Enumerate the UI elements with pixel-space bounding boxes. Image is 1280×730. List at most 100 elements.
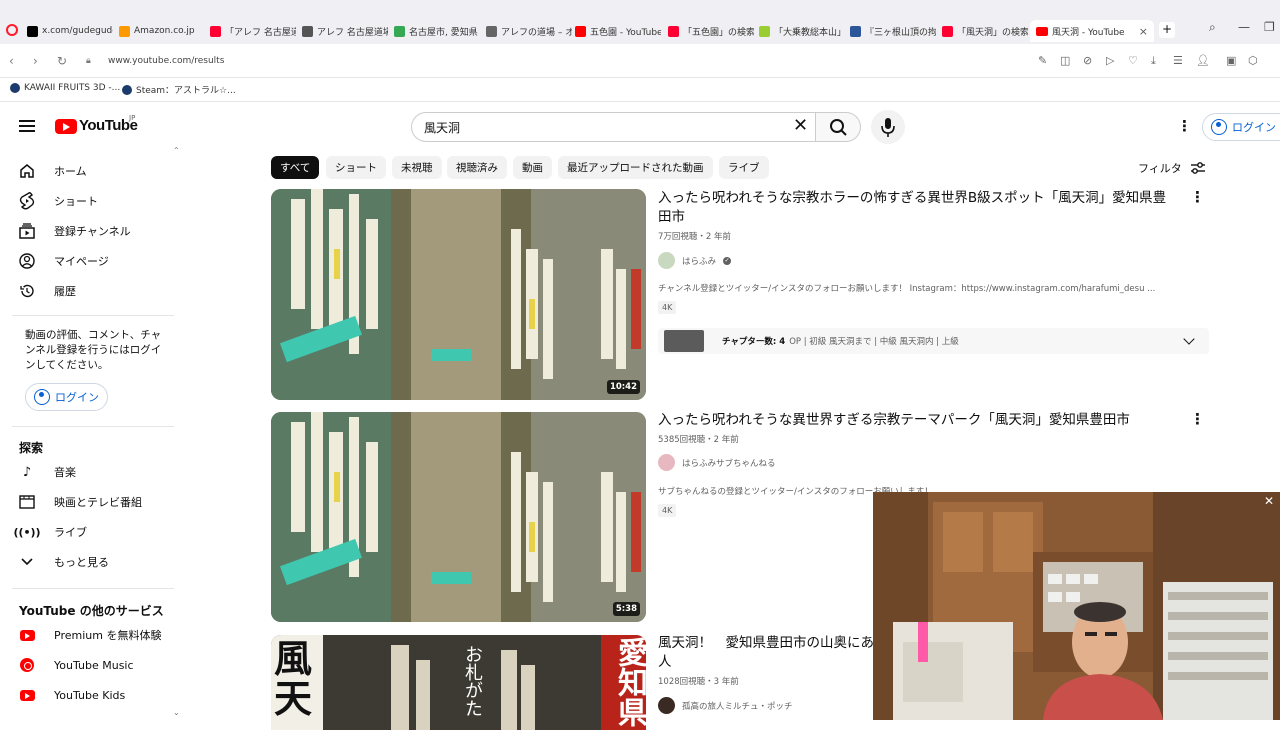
- film-icon: [18, 493, 36, 511]
- profile-icon[interactable]: 👤︎: [1196, 54, 1210, 67]
- reload-icon[interactable]: ↻: [57, 54, 67, 68]
- sidebar-item-you[interactable]: マイページ: [18, 252, 109, 270]
- video-thumbnail[interactable]: 風天 お札がた 愛知県: [271, 635, 646, 730]
- channel-avatar[interactable]: [658, 454, 675, 471]
- sidebar-item-history[interactable]: 履歴: [18, 282, 76, 300]
- sidebar-item-label: YouTube Kids: [54, 688, 126, 702]
- sidebar-item-shorts[interactable]: ショート: [18, 192, 98, 210]
- easy-setup-icon[interactable]: ☰: [1173, 54, 1183, 67]
- sidebar-item-live[interactable]: ((•)) ライブ: [13, 523, 87, 541]
- sidebar-item-label: 映画とテレビ番組: [54, 496, 142, 509]
- chip-live[interactable]: ライブ: [719, 156, 769, 179]
- chip-unwatched[interactable]: 未視聴: [392, 156, 442, 179]
- steam-icon: [10, 83, 20, 93]
- forward-icon[interactable]: ›: [33, 54, 38, 68]
- chip-watched[interactable]: 視聴済み: [447, 156, 507, 179]
- youtube-kids-icon: [18, 686, 36, 704]
- camera-icon[interactable]: ◫: [1060, 54, 1070, 67]
- channel-link[interactable]: はらふみサブちゃんねる: [658, 454, 776, 471]
- player-icon[interactable]: ▷: [1106, 54, 1114, 67]
- sidebar-item-kids[interactable]: YouTube Kids: [18, 686, 125, 704]
- browser-tab[interactable]: 「五色園」の検索結: [668, 20, 754, 42]
- new-tab-button[interactable]: +: [1159, 22, 1175, 38]
- channel-link[interactable]: はらふみ ✓: [658, 252, 732, 269]
- search-button[interactable]: [815, 112, 861, 142]
- sidebar-item-movies[interactable]: 映画とテレビ番組: [18, 493, 142, 511]
- back-icon[interactable]: ‹: [9, 54, 14, 68]
- tab-label: 「五色園」の検索結: [683, 27, 754, 38]
- sidebar-item-show-more[interactable]: もっと見る: [18, 553, 109, 571]
- subscriptions-icon: [18, 222, 36, 240]
- clear-search-icon[interactable]: ✕: [793, 115, 808, 136]
- channel-avatar[interactable]: [658, 697, 675, 714]
- sidebar-item-subscriptions[interactable]: 登録チャンネル: [18, 222, 131, 240]
- tab-active[interactable]: 風天洞 - YouTube: [1030, 20, 1154, 42]
- sidebar-item-label: ライブ: [54, 526, 87, 539]
- voice-search-button[interactable]: [871, 110, 905, 144]
- close-overlay-icon[interactable]: ✕: [1264, 494, 1274, 508]
- history-icon: [18, 282, 36, 300]
- maximize-icon[interactable]: ❐: [1264, 20, 1275, 34]
- browser-tab[interactable]: 五色園 - YouTube: [575, 20, 661, 42]
- channel-name[interactable]: はらふみサブちゃんねる: [682, 457, 776, 469]
- youtube-favicon-icon: [1036, 26, 1048, 36]
- browser-tab[interactable]: 名古屋市, 愛知県: [394, 20, 480, 42]
- search-value[interactable]: 風天洞: [424, 119, 460, 136]
- cube-icon[interactable]: ⬡: [1248, 54, 1258, 67]
- browser-tab[interactable]: Amazon.co.jp: [119, 20, 205, 42]
- video-more-icon[interactable]: ⋮: [1190, 190, 1205, 205]
- channel-name[interactable]: 孤高の旅人ミルチュ・ポッチ: [682, 700, 793, 712]
- sidebar-item-premium[interactable]: Premium を無料体験: [18, 626, 161, 644]
- video-thumbnail[interactable]: 5:38: [271, 412, 646, 622]
- sidebar-item-music[interactable]: ♪ 音楽: [18, 463, 76, 481]
- video-thumbnail[interactable]: 10:42: [271, 189, 646, 400]
- chapters-row[interactable]: チャプター数: 4 OP | 初級 風天洞まで | 中級 風天洞内 | 上級: [658, 328, 1209, 354]
- download-icon[interactable]: ⤓: [1151, 54, 1156, 68]
- settings-more-icon[interactable]: ⋮: [1177, 119, 1192, 134]
- chip-shorts[interactable]: ショート: [326, 156, 386, 179]
- url-field[interactable]: www.youtube.com/results: [108, 56, 224, 66]
- tab-favicon-icon: [210, 25, 221, 37]
- bookmark-kawaii[interactable]: KAWAII FRUITS 3D -...: [10, 83, 120, 93]
- heart-icon[interactable]: ♡: [1128, 54, 1138, 67]
- extension-icon[interactable]: ▣: [1226, 54, 1236, 67]
- sidebar-divider: [12, 588, 174, 589]
- minimize-icon[interactable]: —: [1238, 20, 1250, 34]
- chip-all[interactable]: すべて: [271, 156, 320, 179]
- signin-button[interactable]: ログイン: [1202, 113, 1280, 141]
- sidebar-scroll-up-icon[interactable]: ⌃: [173, 146, 180, 155]
- channel-avatar[interactable]: [658, 252, 675, 269]
- video-meta: 7万回視聴・2 年前: [658, 232, 732, 242]
- sidebar-signin-button[interactable]: ログイン: [25, 383, 108, 411]
- youtube-logo-icon[interactable]: [55, 119, 77, 134]
- video-title[interactable]: 入ったら呪われそうな宗教ホラーの怖すぎる異世界B級スポット「風天洞」愛知県豊田市: [658, 189, 1173, 227]
- sidebar-item-label: ショート: [54, 195, 98, 208]
- chip-videos[interactable]: 動画: [513, 156, 552, 179]
- sidebar-item-label: ホーム: [54, 165, 87, 178]
- browser-tab[interactable]: アレフ 名古屋道場: [302, 20, 388, 42]
- sidebar-item-home[interactable]: ホーム: [18, 162, 87, 180]
- channel-name[interactable]: はらふみ: [682, 255, 716, 267]
- channel-link[interactable]: 孤高の旅人ミルチュ・ポッチ: [658, 697, 793, 714]
- edit-icon[interactable]: ✎: [1038, 54, 1047, 67]
- browser-tab[interactable]: 『三ヶ根山頂の拘図: [850, 20, 936, 42]
- video-title[interactable]: 入ったら呪われそうな異世界すぎる宗教テーマパーク「風天洞」愛知県豊田市: [658, 411, 1173, 430]
- adblock-icon[interactable]: ⊘: [1083, 54, 1092, 67]
- tab-search-icon[interactable]: ⌕: [1209, 20, 1216, 35]
- shorts-icon: [18, 192, 36, 210]
- search-input[interactable]: [411, 112, 816, 142]
- sidebar-item-music-app[interactable]: YouTube Music: [18, 656, 134, 674]
- opera-menu-icon[interactable]: [6, 24, 18, 36]
- sidebar-scroll-down-icon[interactable]: ⌄: [173, 708, 180, 717]
- browser-tab[interactable]: 「アレフ 名古屋道場: [210, 20, 296, 42]
- browser-tab[interactable]: 「風天洞」の検索結: [942, 20, 1028, 42]
- menu-icon[interactable]: [19, 120, 35, 132]
- bookmark-steam[interactable]: Steam：アストラル☆...: [122, 83, 236, 96]
- filter-button[interactable]: フィルタ: [1138, 160, 1206, 176]
- tab-label: 「大乗教総本山」の: [774, 27, 845, 38]
- browser-tab[interactable]: 「大乗教総本山」の: [759, 20, 845, 42]
- browser-tab[interactable]: x.com/gudegude: [27, 20, 113, 42]
- video-more-icon[interactable]: ⋮: [1190, 412, 1205, 427]
- chip-recent[interactable]: 最近アップロードされた動画: [558, 156, 713, 179]
- browser-tab[interactable]: アレフの道場 – オウ: [486, 20, 572, 42]
